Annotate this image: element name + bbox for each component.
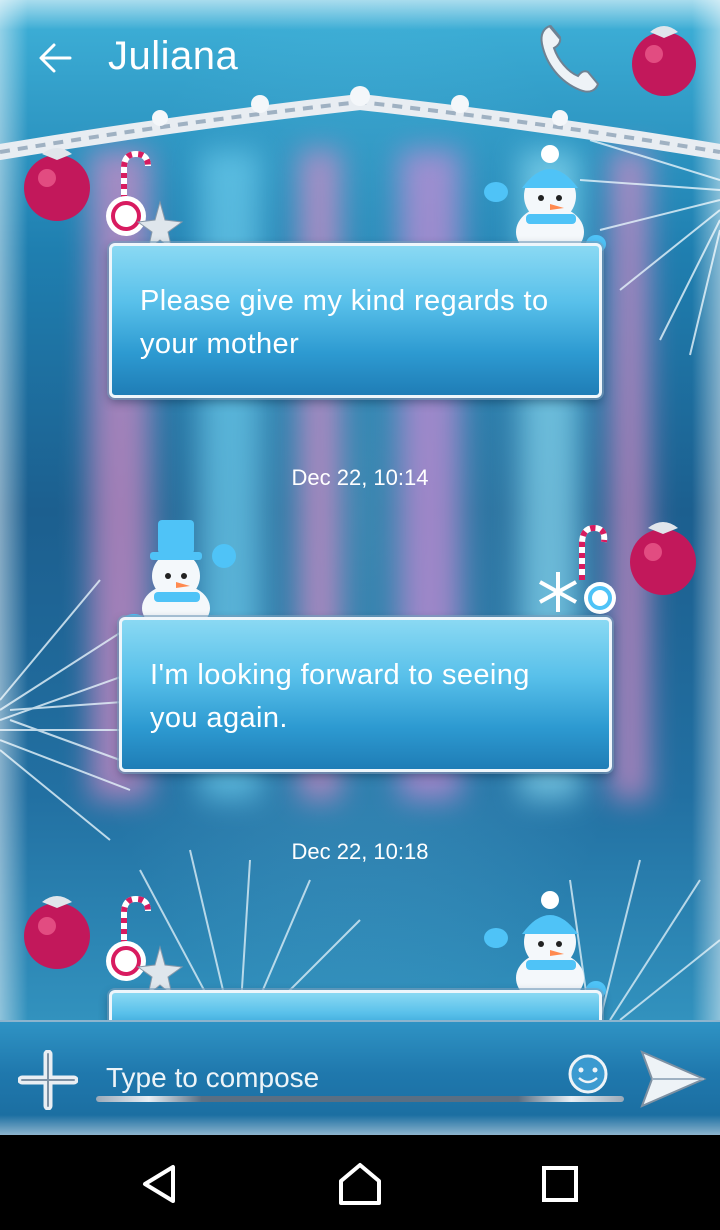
back-button[interactable] (34, 36, 78, 80)
home-icon (339, 1163, 381, 1205)
message-bubble[interactable]: I'm looking forward to seeing you again. (119, 617, 612, 772)
square-recents-icon (542, 1166, 578, 1202)
send-button[interactable] (638, 1048, 708, 1110)
snowman-decoration (484, 891, 606, 1004)
message-text: I'm looking forward to seeing you again. (150, 659, 530, 734)
nav-home-button[interactable] (335, 1159, 385, 1209)
emoji-button[interactable] (566, 1052, 610, 1096)
system-navigation-bar (0, 1135, 720, 1230)
smiley-icon (568, 1054, 608, 1094)
send-icon (640, 1050, 707, 1108)
plus-icon (17, 1049, 79, 1111)
ornament-ball-icon (630, 522, 696, 595)
contact-name: Juliana (108, 34, 239, 78)
message-text: Please give my kind regards to your moth… (140, 285, 549, 360)
ornament-ball-icon (24, 896, 90, 969)
ornament-ball-icon (632, 26, 696, 96)
chat-header: Juliana (0, 0, 720, 120)
snowflake-candy-decoration (539, 524, 616, 614)
input-underline (96, 1096, 624, 1102)
message-timestamp: Dec 22, 10:18 (291, 839, 429, 864)
chat-screen: Juliana Please give my kind regards to y… (0, 0, 720, 1135)
compose-bar (0, 1020, 720, 1135)
nav-recents-button[interactable] (535, 1159, 585, 1209)
triangle-back-icon (143, 1165, 175, 1203)
message-timestamp: Dec 22, 10:14 (291, 465, 429, 490)
nav-back-button[interactable] (135, 1159, 185, 1209)
attach-button[interactable] (17, 1049, 79, 1111)
call-button[interactable] (536, 20, 602, 96)
candy-star-decoration (106, 150, 184, 252)
snowman-decoration (122, 520, 236, 632)
candy-star-decoration (106, 895, 184, 997)
message-bubble[interactable]: Please give my kind regards to your moth… (109, 243, 602, 398)
ornament-ball-icon (24, 148, 90, 221)
arrow-left-icon (39, 43, 72, 73)
phone-icon (540, 24, 600, 93)
